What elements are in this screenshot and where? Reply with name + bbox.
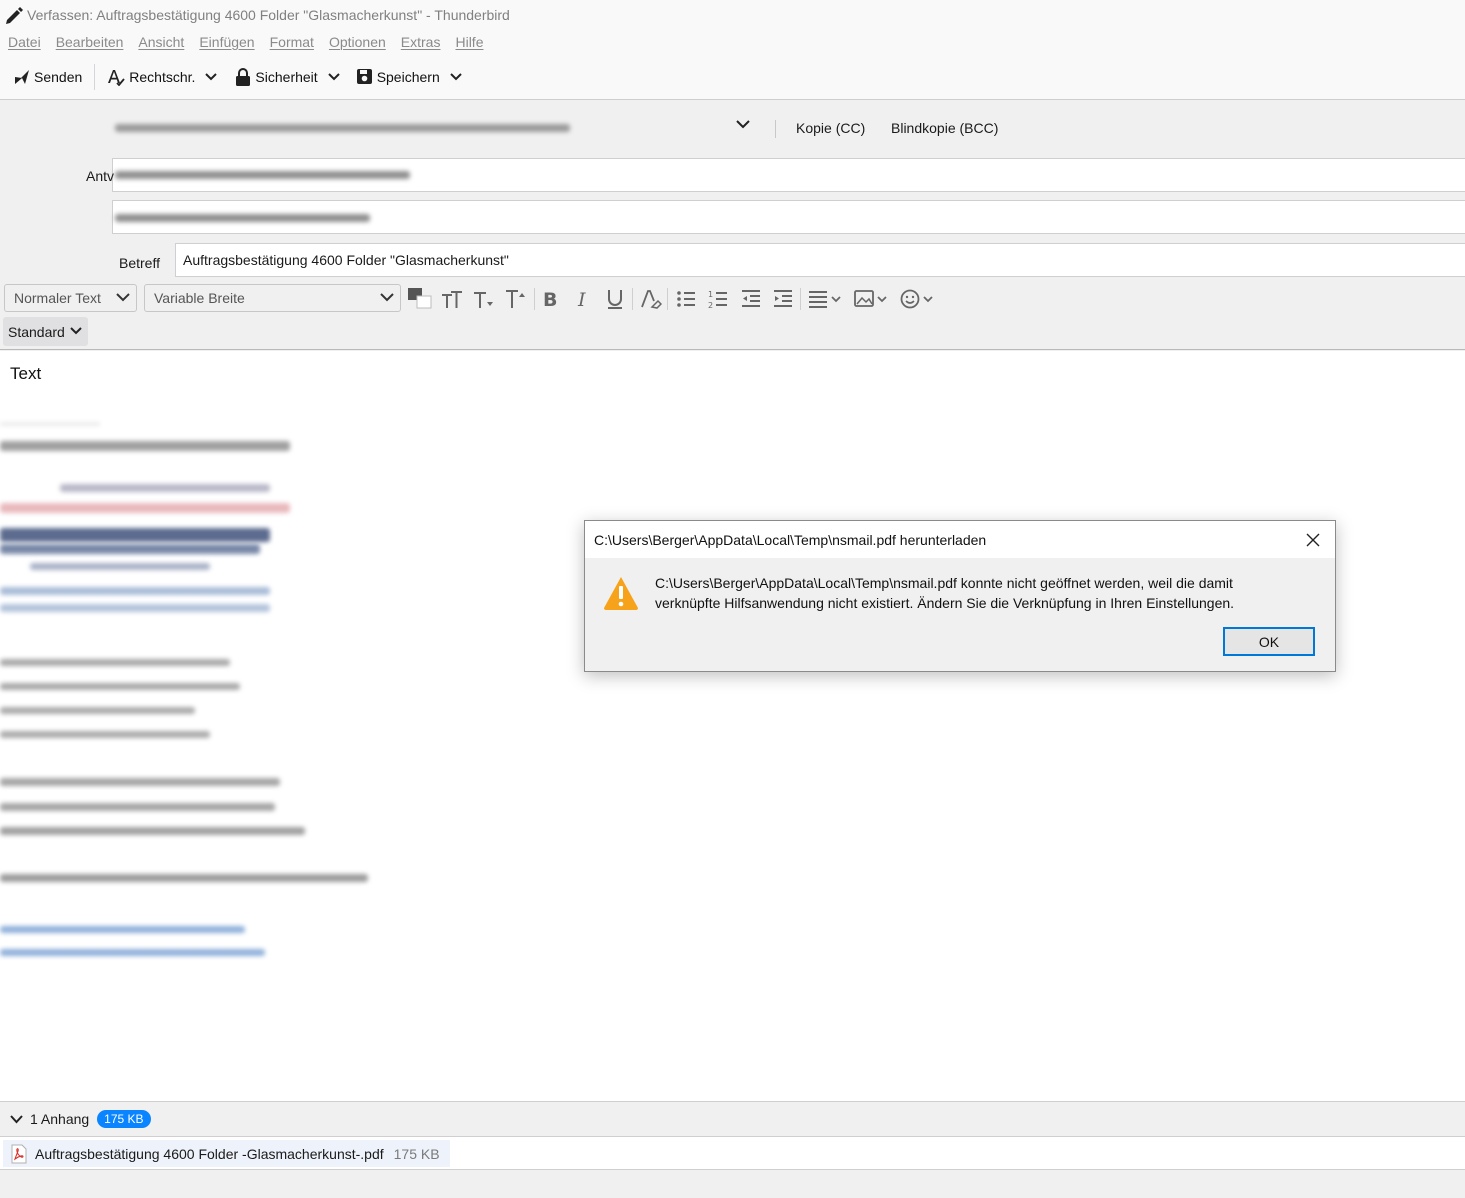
subject-label: Betreff xyxy=(119,255,160,271)
chevron-down-icon[interactable] xyxy=(10,1114,23,1124)
dialog-message-line-1: C:\Users\Berger\AppData\Local\Temp\nsmai… xyxy=(655,575,1233,591)
font-value: Variable Breite xyxy=(154,290,245,306)
save-icon xyxy=(356,69,372,84)
security-label: Sicherheit xyxy=(255,68,318,85)
send-icon xyxy=(15,69,29,84)
menu-einfuegen[interactable]: Einfügen xyxy=(199,34,254,50)
ok-button[interactable]: OK xyxy=(1223,627,1315,656)
from-chevron-down-icon[interactable] xyxy=(736,120,750,129)
emoji-icon[interactable] xyxy=(899,287,935,311)
chevron-down-icon xyxy=(70,327,82,335)
text-style-value: Standard xyxy=(8,323,65,340)
text-style-select[interactable]: Standard xyxy=(3,317,88,346)
menu-extras[interactable]: Extras xyxy=(401,34,441,50)
chevron-down-icon xyxy=(205,72,218,80)
header-separator xyxy=(775,120,776,138)
menu-bearbeiten[interactable]: Bearbeiten xyxy=(56,34,124,50)
spellcheck-icon xyxy=(108,69,125,86)
subject-input[interactable]: Auftragsbestätigung 4600 Folder "Glasmac… xyxy=(175,243,1465,277)
window-title: Verfassen: Auftragsbestätigung 4600 Fold… xyxy=(27,6,510,23)
menu-format[interactable]: Format xyxy=(270,34,314,50)
paragraph-format-select[interactable]: Normaler Text xyxy=(4,284,137,312)
bullet-list-icon[interactable] xyxy=(675,287,697,311)
subject-value: Auftragsbestätigung 4600 Folder "Glasmac… xyxy=(183,252,509,268)
menu-ansicht[interactable]: Ansicht xyxy=(138,34,184,50)
text-color-icon[interactable] xyxy=(407,287,433,311)
outdent-icon[interactable] xyxy=(740,287,762,311)
insert-image-icon[interactable] xyxy=(853,287,889,311)
compose-header: Kopie (CC) Blindkopie (BCC) Antv Betreff… xyxy=(0,100,1465,280)
compose-toolbar: Senden Rechtschr. Sicherheit Speichern xyxy=(0,54,1465,100)
save-label: Speichern xyxy=(376,68,440,85)
font-size-reset-icon[interactable] xyxy=(440,287,464,311)
menu-hilfe[interactable]: Hilfe xyxy=(455,34,483,50)
underline-icon[interactable] xyxy=(604,287,626,311)
menu-optionen[interactable]: Optionen xyxy=(329,34,386,50)
dialog-message-line-2: verknüpfte Hilfsanwendung nicht existier… xyxy=(655,595,1235,611)
toolbar-separator xyxy=(94,63,96,90)
svg-text:B: B xyxy=(543,289,557,311)
svg-text:I: I xyxy=(577,289,586,311)
reply-to-label: Antv xyxy=(86,168,115,184)
message-body-editor[interactable]: Text xyxy=(0,351,1465,1101)
format-separator xyxy=(800,288,801,310)
chevron-down-icon xyxy=(327,72,340,80)
spellcheck-label: Rechtschr. xyxy=(129,68,196,85)
dialog-message: C:\Users\Berger\AppData\Local\Temp\nsmai… xyxy=(655,573,1315,613)
dialog-title: C:\Users\Berger\AppData\Local\Temp\nsmai… xyxy=(594,531,987,548)
send-button[interactable]: Senden xyxy=(10,61,86,93)
align-icon[interactable] xyxy=(807,287,843,311)
from-field-redacted[interactable] xyxy=(115,124,570,132)
save-button[interactable]: Speichern xyxy=(352,61,444,93)
format-toolbar: Normaler Text Variable Breite B I 12 Sta… xyxy=(0,280,1465,350)
close-icon[interactable] xyxy=(1305,532,1321,548)
pencil-icon xyxy=(6,6,23,24)
svg-text:2: 2 xyxy=(708,301,713,310)
menu-bar: Datei Bearbeiten Ansicht Einfügen Format… xyxy=(0,29,1465,54)
attachment-count: 1 Anhang xyxy=(30,1111,90,1127)
security-dropdown[interactable] xyxy=(322,61,346,93)
save-dropdown[interactable] xyxy=(444,61,468,93)
format-separator xyxy=(667,288,668,310)
attachment-item[interactable]: Auftragsbestätigung 4600 Folder -Glasmac… xyxy=(3,1140,450,1167)
bcc-button[interactable]: Blindkopie (BCC) xyxy=(891,120,998,136)
error-dialog: C:\Users\Berger\AppData\Local\Temp\nsmai… xyxy=(584,520,1336,672)
body-greeting: Text xyxy=(10,364,42,383)
security-button[interactable]: Sicherheit xyxy=(231,61,321,93)
bold-icon[interactable]: B xyxy=(540,287,562,311)
attachment-bar[interactable]: 1 Anhang 175 KB xyxy=(0,1101,1465,1137)
format-separator xyxy=(534,288,535,310)
font-smaller-icon[interactable] xyxy=(472,287,496,311)
attachment-name: Auftragsbestätigung 4600 Folder -Glasmac… xyxy=(35,1145,384,1162)
attachment-size: 175 KB xyxy=(393,1145,440,1162)
chevron-down-icon xyxy=(450,72,462,80)
attachment-list: Auftragsbestätigung 4600 Folder -Glasmac… xyxy=(0,1137,1465,1170)
warning-icon xyxy=(604,577,638,610)
remove-formatting-icon[interactable] xyxy=(640,287,662,311)
status-bar xyxy=(0,1170,1465,1198)
svg-text:1: 1 xyxy=(708,290,713,299)
reply-to-redacted xyxy=(115,171,410,179)
pdf-file-icon xyxy=(11,1144,27,1163)
attachment-size-badge: 175 KB xyxy=(97,1110,151,1128)
lock-icon xyxy=(236,67,251,86)
send-label: Senden xyxy=(34,68,83,85)
window-titlebar: Verfassen: Auftragsbestätigung 4600 Fold… xyxy=(0,0,1465,29)
font-bigger-icon[interactable] xyxy=(504,287,528,311)
menu-datei[interactable]: Datei xyxy=(8,34,41,50)
chevron-down-icon xyxy=(380,293,394,302)
cc-button[interactable]: Kopie (CC) xyxy=(796,120,865,136)
indent-icon[interactable] xyxy=(772,287,794,311)
spellcheck-button[interactable]: Rechtschr. xyxy=(103,61,199,93)
dialog-titlebar: C:\Users\Berger\AppData\Local\Temp\nsmai… xyxy=(585,521,1335,558)
format-separator xyxy=(632,288,633,310)
recipient-redacted xyxy=(115,214,370,222)
paragraph-format-value: Normaler Text xyxy=(14,290,101,306)
numbered-list-icon[interactable]: 12 xyxy=(707,287,729,311)
italic-icon[interactable]: I xyxy=(573,287,595,311)
spellcheck-dropdown[interactable] xyxy=(199,61,223,93)
chevron-down-icon xyxy=(116,293,130,302)
font-select[interactable]: Variable Breite xyxy=(144,284,401,312)
